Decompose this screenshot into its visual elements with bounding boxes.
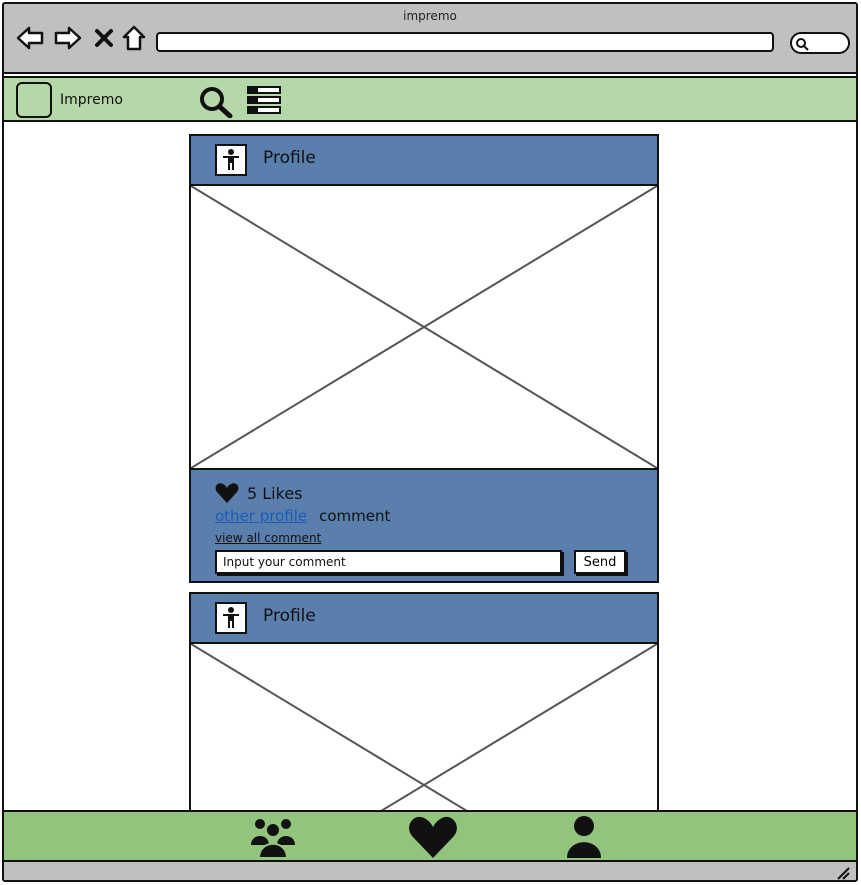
profile-avatar-icon[interactable] <box>215 144 247 176</box>
app-name: Impremo <box>60 92 123 108</box>
forward-icon[interactable] <box>52 22 84 54</box>
url-bar[interactable] <box>156 32 774 52</box>
browser-title: impremo <box>403 9 457 23</box>
home-icon[interactable] <box>118 22 150 54</box>
menu-icon[interactable] <box>247 86 281 118</box>
post-image[interactable] <box>191 644 657 810</box>
comment-author-link[interactable]: other profile <box>215 507 307 525</box>
comment: other profile comment <box>215 507 390 525</box>
image-placeholder <box>191 186 657 468</box>
profile-avatar-icon[interactable] <box>215 602 247 634</box>
browser-window: impremo Impremo Profile 5 Likes other pr… <box>2 2 858 882</box>
likes-count: 5 Likes <box>247 483 303 503</box>
post-image[interactable] <box>191 186 657 468</box>
bottom-tab-bar <box>4 810 856 862</box>
user-icon[interactable] <box>557 814 611 860</box>
likes-row: 5 Likes <box>215 482 303 504</box>
comment-input[interactable] <box>215 550 562 574</box>
search-icon <box>796 38 809 51</box>
image-placeholder <box>191 644 657 810</box>
profile-name[interactable]: Profile <box>263 606 316 626</box>
post-card: Profile <box>189 592 659 810</box>
profile-name[interactable]: Profile <box>263 148 316 168</box>
post-card: Profile 5 Likes other profile comment vi… <box>189 134 659 583</box>
post-header: Profile <box>191 594 657 644</box>
send-button[interactable]: Send <box>574 550 626 574</box>
browser-search-field[interactable] <box>790 32 850 54</box>
comment-text: comment <box>319 507 391 525</box>
search-icon[interactable] <box>199 86 233 122</box>
close-icon[interactable] <box>88 22 120 54</box>
app-logo[interactable] <box>16 82 52 118</box>
post-footer: 5 Likes other profile comment view all c… <box>191 468 657 581</box>
app-header: Impremo <box>4 76 856 122</box>
view-all-comments-link[interactable]: view all comment <box>215 531 321 545</box>
heart-icon[interactable] <box>406 814 460 860</box>
post-header: Profile <box>191 136 657 186</box>
browser-status-bar <box>4 862 856 880</box>
resize-grip-icon[interactable] <box>836 866 850 880</box>
feed: Profile 5 Likes other profile comment vi… <box>4 122 856 810</box>
browser-toolbar: impremo <box>4 4 856 74</box>
back-icon[interactable] <box>14 22 46 54</box>
group-icon[interactable] <box>246 814 300 860</box>
heart-icon[interactable] <box>215 482 239 504</box>
